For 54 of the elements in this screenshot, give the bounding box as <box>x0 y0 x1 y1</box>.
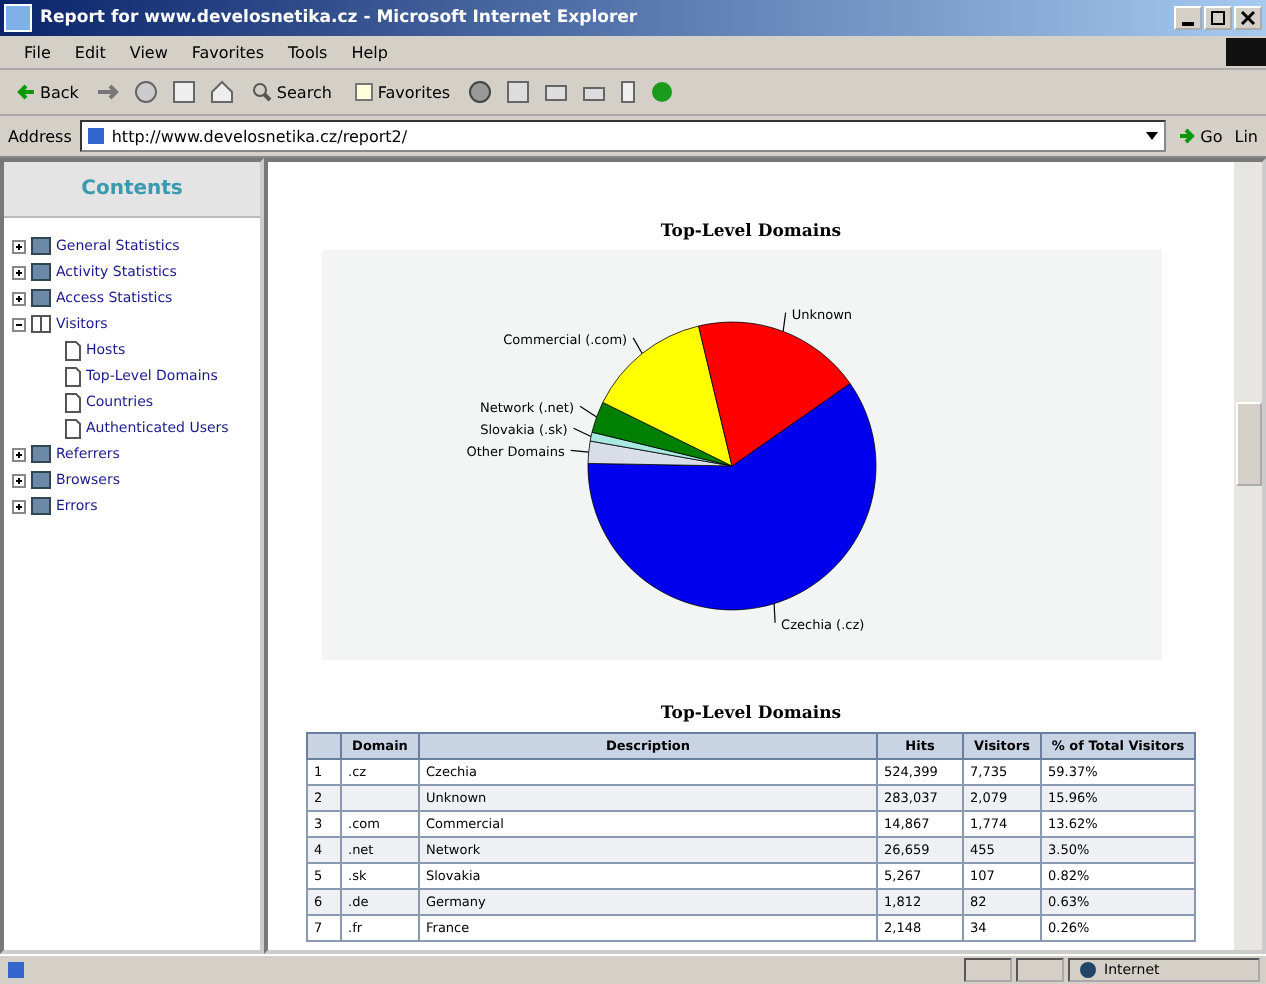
status-panel <box>964 958 1012 982</box>
expander-icon[interactable] <box>12 447 26 461</box>
scrollbar[interactable] <box>1234 162 1262 950</box>
expander-icon[interactable] <box>12 265 26 279</box>
menu-item[interactable]: Favorites <box>191 43 265 61</box>
contents-header: Contents <box>4 162 260 218</box>
maximize-button[interactable] <box>1204 6 1232 30</box>
search-icon <box>252 82 273 102</box>
page-icon <box>64 391 82 413</box>
expander-icon[interactable] <box>12 239 26 253</box>
leader-line <box>569 449 589 453</box>
menu-item[interactable]: Help <box>351 43 388 61</box>
page-icon <box>64 417 82 439</box>
menu-item[interactable]: File <box>24 43 51 61</box>
menu-item[interactable]: View <box>129 43 168 61</box>
links-label[interactable]: Lin <box>1234 127 1258 145</box>
dropdown-icon[interactable] <box>1144 130 1161 142</box>
home-icon[interactable] <box>210 80 235 104</box>
window-title: Report for www.develosnetika.cz - Microsoft Internet Explorer <box>40 8 640 28</box>
leader-line <box>571 427 591 438</box>
globe-icon <box>1078 960 1098 980</box>
menu-item[interactable]: Tools <box>288 43 328 61</box>
expander-icon[interactable] <box>12 291 26 305</box>
back-arrow-icon <box>16 82 36 102</box>
column-header <box>307 733 341 759</box>
address-label: Address <box>8 127 72 145</box>
minimize-button[interactable] <box>1174 6 1202 30</box>
expander-icon[interactable] <box>12 317 26 331</box>
table-cell <box>341 785 419 811</box>
arrow-icon <box>1178 127 1197 145</box>
expander-icon[interactable] <box>12 473 26 487</box>
leader-line <box>631 337 642 355</box>
maximize-icon <box>1210 10 1226 26</box>
go-button[interactable]: Go <box>1174 127 1227 145</box>
leader-line <box>578 405 597 418</box>
status-panel <box>1016 958 1064 982</box>
page-icon <box>6 960 26 980</box>
table-title: Top-Level Domains <box>660 704 842 724</box>
back-button[interactable]: Back <box>12 82 83 102</box>
leader-line <box>781 312 786 332</box>
browser-icon <box>4 4 32 32</box>
forward-icon[interactable] <box>96 82 121 102</box>
close-button[interactable] <box>1234 6 1262 30</box>
close-icon <box>1240 10 1256 26</box>
expander-icon[interactable] <box>12 499 26 513</box>
page-icon <box>85 126 106 146</box>
leader-line <box>772 603 775 624</box>
menu-item[interactable]: Edit <box>74 43 106 61</box>
page-icon <box>64 339 82 361</box>
address-field[interactable]: http://www.develosnetika.cz/report2/ <box>79 120 1167 152</box>
chart-title: Top-Level Domains <box>660 222 842 242</box>
favorites-button[interactable]: Favorites <box>349 82 455 102</box>
search-button[interactable]: Search <box>248 82 336 102</box>
page-icon <box>64 365 82 387</box>
